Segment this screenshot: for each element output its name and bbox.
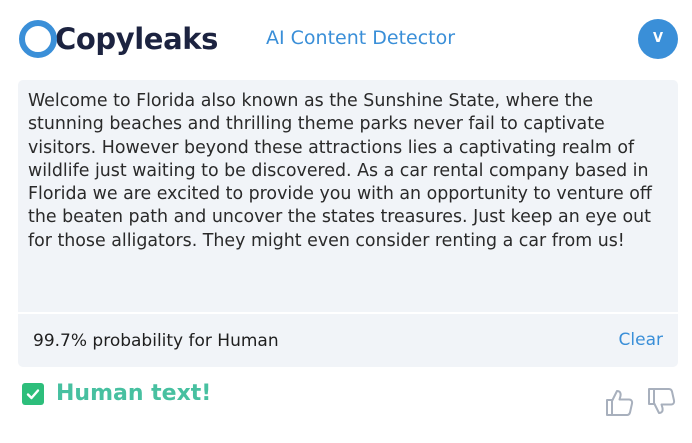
clear-button[interactable]: Clear (619, 329, 663, 351)
page-title: AI Content Detector (266, 27, 456, 49)
thumbs-down-icon[interactable] (646, 386, 678, 418)
check-icon (22, 383, 44, 405)
copyleaks-logo[interactable]: Copyleaks (18, 17, 218, 61)
analyzed-text[interactable]: Welcome to Florida also known as the Sun… (28, 90, 673, 253)
text-input-card: Welcome to Florida also known as the Sun… (18, 80, 678, 367)
divider (18, 312, 678, 314)
logo-text: Copyleaks (55, 22, 218, 56)
probability-result: 99.7% probability for Human (33, 331, 279, 351)
verdict: Human text! (22, 378, 211, 410)
logo-ring-icon (18, 19, 58, 59)
verdict-text: Human text! (56, 381, 212, 406)
thumbs-up-icon[interactable] (604, 386, 636, 418)
user-avatar[interactable]: V (638, 19, 678, 59)
app-header: Copyleaks AI Content Detector V (0, 0, 692, 80)
